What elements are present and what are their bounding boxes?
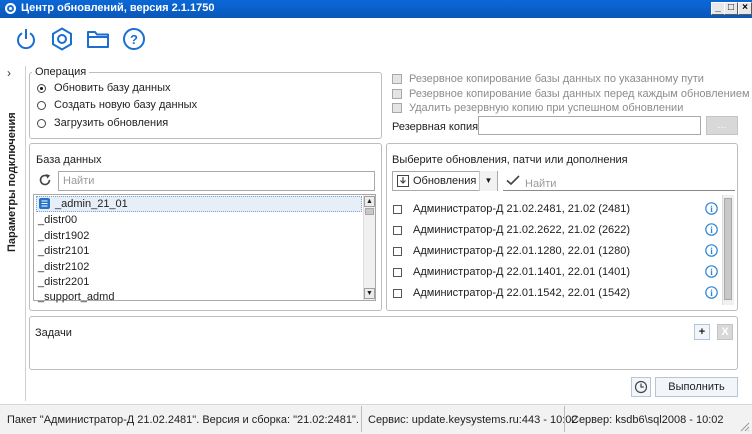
database-item[interactable]: _distr2102 (38, 261, 89, 277)
folder-icon[interactable] (86, 27, 110, 51)
radio-button[interactable] (37, 100, 46, 110)
radio-download-updates[interactable]: Загрузить обновления (37, 117, 168, 129)
backup-path-input[interactable] (478, 116, 701, 135)
resize-grip-icon[interactable] (738, 420, 750, 432)
operation-legend: Операция (32, 66, 90, 78)
side-divider (25, 66, 26, 401)
database-item[interactable]: _support_admd (38, 291, 114, 307)
checkbox[interactable] (392, 89, 402, 99)
scroll-thumb[interactable] (724, 198, 732, 300)
checkmark-icon[interactable] (506, 175, 520, 186)
status-service: Сервис: update.keysystems.ru:443 - 10:02 (368, 414, 578, 426)
browse-button[interactable]: ... (706, 116, 738, 135)
delete-backup-checkbox[interactable]: Удалить резервную копию при успешном обн… (392, 102, 683, 114)
info-icon[interactable]: i (705, 244, 718, 257)
scroll-down-icon[interactable]: ▼ (364, 288, 375, 299)
side-panel-label-text: Параметры подключения (6, 112, 18, 252)
status-package: Пакет "Администратор-Д 21.02.2481". Верс… (7, 414, 359, 426)
window-title: Центр обновлений, версия 2.1.1750 (21, 2, 215, 14)
update-label: Администратор-Д 21.02.2622, 21.02 (2622) (413, 224, 631, 236)
info-icon[interactable]: i (705, 286, 718, 299)
updates-title: Выберите обновления, патчи или дополнени… (392, 154, 628, 166)
checkbox-label: Резервное копирование базы данных перед … (409, 88, 750, 100)
radio-button[interactable] (37, 83, 46, 93)
expand-chevron-icon[interactable]: › (7, 66, 17, 80)
update-label: Администратор-Д 22.01.1542, 22.01 (1542) (413, 287, 631, 299)
update-item[interactable]: Администратор-Д 21.02.2481, 21.02 (2481) (393, 201, 630, 217)
database-title: База данных (36, 154, 102, 166)
backup-by-path-checkbox[interactable]: Резервное копирование базы данных по ука… (392, 73, 704, 85)
database-search-input[interactable]: Найти (58, 171, 375, 191)
search-placeholder: Найти (63, 175, 95, 187)
database-item[interactable]: _distr1902 (38, 230, 89, 246)
help-icon[interactable]: ? (122, 27, 146, 51)
close-button[interactable]: × (738, 2, 752, 15)
checkbox[interactable] (392, 74, 402, 84)
radio-label: Обновить базу данных (54, 82, 171, 94)
update-checkbox[interactable] (393, 225, 402, 235)
update-checkbox[interactable] (393, 246, 402, 256)
schedule-clock-icon[interactable] (631, 377, 651, 397)
run-button[interactable]: Выполнить (655, 377, 738, 397)
status-server: Сервер: ksdb6\sql2008 - 10:02 (571, 414, 724, 426)
update-checkbox[interactable] (393, 204, 402, 214)
update-label: Администратор-Д 22.01.1401, 22.01 (1401) (413, 266, 631, 278)
database-item[interactable]: _admin_21_01 (55, 198, 128, 214)
database-item[interactable]: _distr2101 (38, 245, 89, 261)
scroll-up-icon[interactable]: ▲ (364, 196, 375, 207)
minimize-button[interactable]: _ (711, 2, 725, 15)
database-item[interactable]: _distr00 (38, 214, 77, 230)
status-separator (361, 406, 362, 432)
update-checkbox[interactable] (393, 267, 402, 277)
update-item[interactable]: Администратор-Д 22.01.1401, 22.01 (1401) (393, 264, 630, 280)
info-icon[interactable]: i (705, 202, 718, 215)
radio-button[interactable] (37, 118, 46, 128)
update-label: Администратор-Д 22.01.1280, 22.01 (1280) (413, 245, 631, 257)
update-checkbox[interactable] (393, 288, 402, 298)
update-item[interactable]: Администратор-Д 22.01.1542, 22.01 (1542) (393, 285, 630, 301)
scroll-thumb[interactable] (365, 208, 374, 215)
radio-label: Загрузить обновления (54, 117, 169, 129)
database-item[interactable]: _distr2201 (38, 276, 89, 292)
tasks-group (29, 316, 738, 370)
backup-each-update-checkbox[interactable]: Резервное копирование базы данных перед … (392, 88, 750, 100)
side-panel-label[interactable]: Параметры подключения (0, 92, 24, 252)
add-task-button[interactable]: + (694, 324, 710, 340)
info-icon[interactable]: i (705, 265, 718, 278)
remove-task-button[interactable]: X (717, 324, 733, 340)
chevron-down-icon[interactable]: ▼ (479, 171, 497, 191)
updates-search-input[interactable]: Найти (525, 178, 556, 190)
radio-update-db[interactable]: Обновить базу данных (37, 82, 170, 94)
settings-icon[interactable] (50, 27, 74, 51)
updates-filter-dropdown[interactable]: Обновления ▼ (392, 171, 498, 191)
backup-path-label: Резервная копия (392, 121, 479, 133)
info-icon[interactable]: i (705, 223, 718, 236)
radio-create-db[interactable]: Создать новую базу данных (37, 99, 197, 111)
tasks-title: Задачи (35, 327, 72, 339)
title-bar: Центр обновлений, версия 2.1.1750 (0, 0, 752, 18)
filter-selected: Обновления (413, 175, 477, 187)
database-icon (39, 198, 50, 209)
radio-label: Создать новую базу данных (54, 99, 198, 111)
svg-text:?: ? (130, 32, 138, 47)
updates-search-underline (503, 190, 735, 191)
power-icon[interactable] (14, 27, 38, 51)
maximize-button[interactable]: □ (724, 2, 738, 15)
checkbox-label: Удалить резервную копию при успешном обн… (409, 102, 684, 114)
update-item[interactable]: Администратор-Д 21.02.2622, 21.02 (2622) (393, 222, 630, 238)
checkbox-label: Резервное копирование базы данных по ука… (409, 73, 704, 85)
app-icon (5, 3, 16, 14)
refresh-icon[interactable] (38, 173, 52, 187)
status-separator (564, 406, 565, 432)
update-label: Администратор-Д 21.02.2481, 21.02 (2481) (413, 203, 631, 215)
update-item[interactable]: Администратор-Д 22.01.1280, 22.01 (1280) (393, 243, 630, 259)
checkbox[interactable] (392, 103, 402, 113)
download-icon (397, 175, 409, 187)
